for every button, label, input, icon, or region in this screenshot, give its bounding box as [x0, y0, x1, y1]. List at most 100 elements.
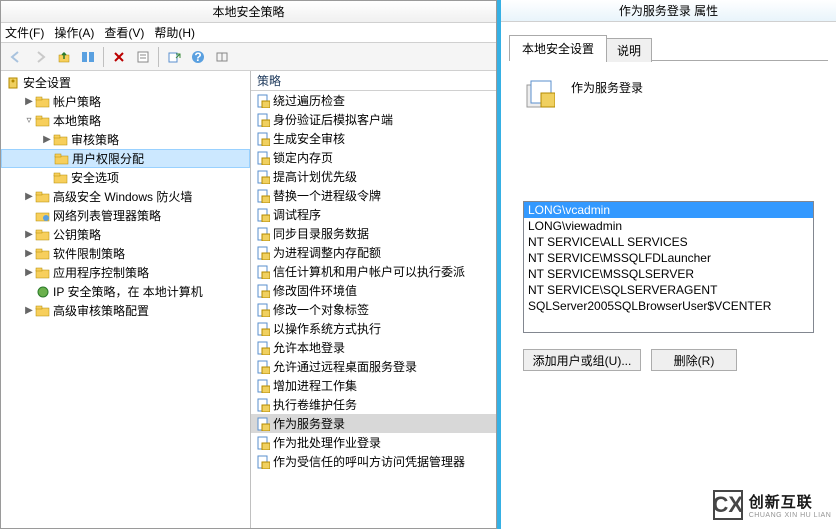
menu-help[interactable]: 帮助(H) [154, 24, 195, 41]
user-list-item[interactable]: NT SERVICE\ALL SERVICES [524, 234, 813, 250]
remove-user-button[interactable]: 删除(R) [651, 349, 737, 371]
folder-icon [35, 284, 51, 300]
menu-view[interactable]: 查看(V) [104, 24, 144, 41]
user-list-item[interactable]: LONG\viewadmin [524, 218, 813, 234]
svg-text:?: ? [194, 50, 201, 64]
tree-item[interactable]: ▶高级审核策略配置 [1, 301, 250, 320]
tree-item[interactable]: ▶高级安全 Windows 防火墙 [1, 187, 250, 206]
policy-list-item[interactable]: 替换一个进程级令牌 [251, 186, 496, 205]
folder-icon [35, 227, 51, 243]
user-list-item[interactable]: NT SERVICE\MSSQLFDLauncher [524, 250, 813, 266]
toolbar-properties-button[interactable] [132, 46, 154, 68]
expander-icon[interactable]: ▶ [23, 267, 35, 278]
tree-item[interactable]: ▶应用程序控制策略 [1, 263, 250, 282]
policy-label: 作为受信任的呼叫方访问凭据管理器 [273, 453, 465, 470]
policy-list-item[interactable]: 为进程调整内存配额 [251, 243, 496, 262]
watermark-text: 创新互联 CHUANG XIN HU LIAN [749, 491, 832, 519]
policy-list-item[interactable]: 以操作系统方式执行 [251, 319, 496, 338]
add-user-button[interactable]: 添加用户或组(U)... [523, 349, 641, 371]
content-area: 安全设置 ▶帐户策略▿本地策略▶审核策略用户权限分配安全选项▶高级安全 Wind… [1, 71, 496, 528]
tree-item[interactable]: ▶公钥策略 [1, 225, 250, 244]
user-list-item[interactable]: NT SERVICE\SQLSERVERAGENT [524, 282, 813, 298]
policy-label: 锁定内存页 [273, 149, 333, 166]
policy-list-item[interactable]: 生成安全审核 [251, 129, 496, 148]
policy-list-item[interactable]: 提高计划优先级 [251, 167, 496, 186]
policy-label: 修改一个对象标签 [273, 301, 369, 318]
toolbar-separator [158, 47, 159, 67]
tree-root[interactable]: 安全设置 [1, 73, 250, 92]
expander-icon[interactable]: ▶ [23, 248, 35, 259]
policy-list-item[interactable]: 作为批处理作业登录 [251, 433, 496, 452]
toolbar-back-button[interactable] [5, 46, 27, 68]
tree-item[interactable]: ▶帐户策略 [1, 92, 250, 111]
policy-list-item[interactable]: 增加进程工作集 [251, 376, 496, 395]
policy-list-item[interactable]: 执行卷维护任务 [251, 395, 496, 414]
tree-item-label: 安全选项 [71, 169, 119, 186]
policy-list-header[interactable]: 策略 [251, 71, 496, 91]
folder-icon [54, 151, 70, 167]
tree-item[interactable]: ▶审核策略 [1, 130, 250, 149]
expander-icon[interactable]: ▶ [23, 229, 35, 240]
policy-name-label: 作为服务登录 [571, 79, 643, 96]
policy-label: 为进程调整内存配额 [273, 244, 381, 261]
tree-item[interactable]: ▶软件限制策略 [1, 244, 250, 263]
expander-icon[interactable]: ▶ [41, 134, 53, 145]
expander-icon[interactable]: ▶ [23, 305, 35, 316]
policy-list-item[interactable]: 调试程序 [251, 205, 496, 224]
policy-list-item[interactable]: 允许通过远程桌面服务登录 [251, 357, 496, 376]
policy-column-label: 策略 [257, 72, 281, 89]
policy-icon [255, 398, 271, 412]
folder-icon [35, 189, 51, 205]
menu-action[interactable]: 操作(A) [54, 24, 94, 41]
tree-item[interactable]: IP 安全策略，在 本地计算机 [1, 282, 250, 301]
policy-list-item[interactable]: 锁定内存页 [251, 148, 496, 167]
toolbar-help-button[interactable]: ? [187, 46, 209, 68]
policy-label: 绕过遍历检查 [273, 92, 345, 109]
expander-icon[interactable]: ▶ [23, 191, 35, 202]
tree-item[interactable]: 网络列表管理器策略 [1, 206, 250, 225]
tab-local-security[interactable]: 本地安全设置 [509, 35, 607, 61]
tab-explain[interactable]: 说明 [606, 38, 652, 62]
policy-icon [255, 284, 271, 298]
user-list[interactable]: LONG\vcadminLONG\viewadminNT SERVICE\ALL… [523, 201, 814, 333]
policy-label: 修改固件环境值 [273, 282, 357, 299]
policy-list-item[interactable]: 同步目录服务数据 [251, 224, 496, 243]
policy-icon [523, 79, 555, 111]
policy-list-item[interactable]: 作为服务登录 [251, 414, 496, 433]
policy-icon [255, 341, 271, 355]
tree-item[interactable]: 用户权限分配 [1, 149, 250, 168]
toolbar-forward-button[interactable] [29, 46, 51, 68]
policy-list-item[interactable]: 作为受信任的呼叫方访问凭据管理器 [251, 452, 496, 471]
policy-list-item[interactable]: 修改一个对象标签 [251, 300, 496, 319]
toolbar-delete-button[interactable] [108, 46, 130, 68]
watermark: CX 创新互联 CHUANG XIN HU LIAN [712, 485, 832, 525]
policy-list-item[interactable]: 允许本地登录 [251, 338, 496, 357]
menu-file[interactable]: 文件(F) [5, 24, 44, 41]
toolbar-export-button[interactable] [163, 46, 185, 68]
policy-list-item[interactable]: 信任计算机和用户帐户可以执行委派 [251, 262, 496, 281]
folder-icon [35, 208, 51, 224]
expander-icon[interactable]: ▶ [23, 96, 35, 107]
toolbar: ? [1, 43, 496, 71]
user-list-item[interactable]: SQLServer2005SQLBrowserUser$VCENTER [524, 298, 813, 314]
policy-label: 作为服务登录 [273, 415, 345, 432]
policy-list-item[interactable]: 绕过遍历检查 [251, 91, 496, 110]
tree-item[interactable]: 安全选项 [1, 168, 250, 187]
folder-icon [35, 303, 51, 319]
user-list-item[interactable]: LONG\vcadmin [524, 202, 813, 218]
policy-label: 生成安全审核 [273, 130, 345, 147]
toolbar-showhide-button[interactable] [77, 46, 99, 68]
policy-list-item[interactable]: 身份验证后模拟客户端 [251, 110, 496, 129]
toolbar-list-button[interactable] [211, 46, 233, 68]
toolbar-up-button[interactable] [53, 46, 75, 68]
tree-item-label: 用户权限分配 [72, 150, 144, 167]
tree-item[interactable]: ▿本地策略 [1, 111, 250, 130]
user-list-item[interactable]: NT SERVICE\MSSQLSERVER [524, 266, 813, 282]
policy-icon [255, 132, 271, 146]
folder-icon [35, 113, 51, 129]
tree-panel[interactable]: 安全设置 ▶帐户策略▿本地策略▶审核策略用户权限分配安全选项▶高级安全 Wind… [1, 71, 251, 528]
button-row: 添加用户或组(U)... 删除(R) [523, 349, 814, 371]
policy-list-panel[interactable]: 策略 绕过遍历检查身份验证后模拟客户端生成安全审核锁定内存页提高计划优先级替换一… [251, 71, 496, 528]
policy-list-item[interactable]: 修改固件环境值 [251, 281, 496, 300]
expander-icon[interactable]: ▿ [23, 115, 35, 126]
